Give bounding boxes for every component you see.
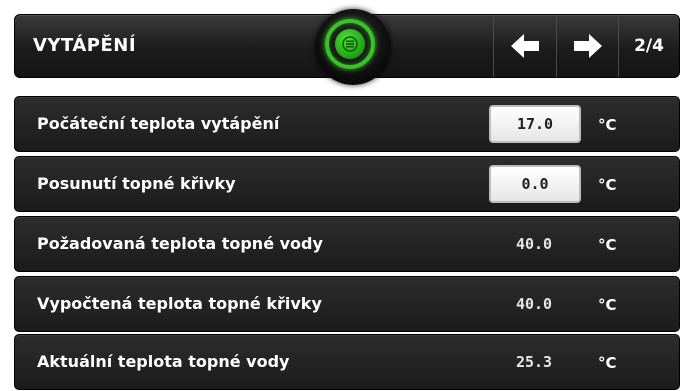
header-bar: VYTÁPĚNÍ 2/4 [14,9,680,85]
menu-icon [335,29,365,59]
row-label: Vypočtená teplota topné křivky [37,294,322,313]
curve-shift-input[interactable]: 0.0 [489,165,581,203]
next-page-button[interactable] [557,15,619,77]
unit-label: °C [598,354,617,372]
page-indicator: 2/4 [634,36,664,56]
menu-button[interactable] [315,9,391,85]
required-water-temp-value: 40.0 [515,235,553,253]
row-start-temp: Počáteční teplota vytápění 17.0 °C [14,96,680,152]
heating-screen: VYTÁPĚNÍ 2/4 Počáteční teplota vytápění … [0,0,688,390]
page-title: VYTÁPĚNÍ [33,35,137,56]
start-temp-input[interactable]: 17.0 [489,105,581,143]
row-required-water-temp: Požadovaná teplota topné vody 40.0 °C [14,216,680,272]
row-label: Počáteční teplota vytápění [37,114,280,133]
row-label: Aktuální teplota topné vody [37,352,290,371]
actual-water-temp-value: 25.3 [515,353,553,371]
unit-label: °C [598,296,617,314]
row-curve-shift: Posunutí topné křivky 0.0 °C [14,156,680,212]
calculated-curve-temp-value: 40.0 [515,295,553,313]
unit-label: °C [598,236,617,254]
arrow-right-icon [574,34,602,58]
prev-page-button[interactable] [494,15,556,77]
row-label: Posunutí topné křivky [37,174,236,193]
row-actual-water-temp: Aktuální teplota topné vody 25.3 °C [14,334,680,390]
unit-label: °C [598,176,617,194]
row-calculated-curve-temp: Vypočtená teplota topné křivky 40.0 °C [14,276,680,332]
row-label: Požadovaná teplota topné vody [37,234,323,253]
arrow-left-icon [511,34,539,58]
unit-label: °C [598,116,617,134]
